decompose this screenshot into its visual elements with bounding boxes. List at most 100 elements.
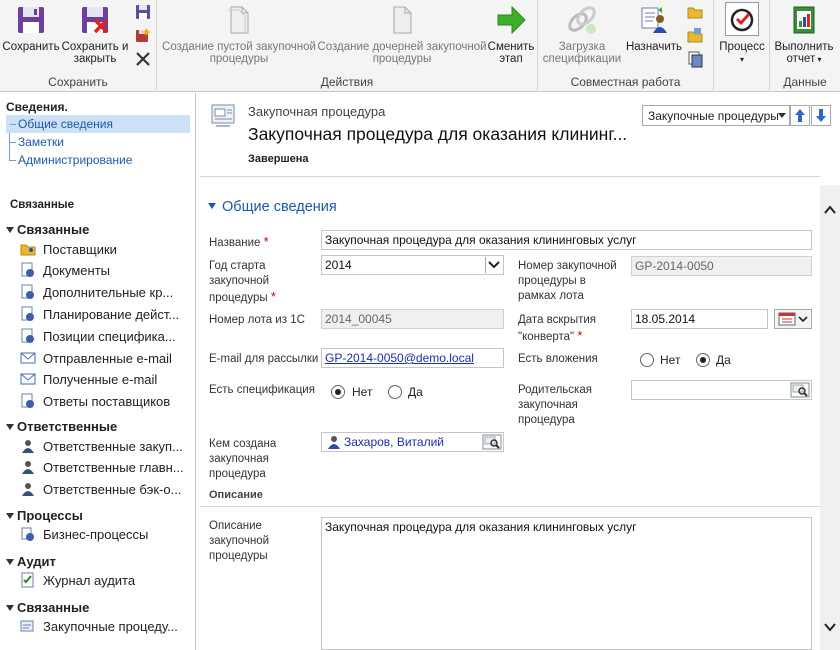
create-child-label-1: Создание дочерней закупочной: [317, 41, 487, 53]
attachments-no-radio[interactable]: [640, 353, 654, 367]
info-header: Сведения.: [6, 100, 68, 114]
user-icon: [22, 461, 34, 474]
lookup-icon[interactable]: [790, 381, 810, 399]
parent-label-3: процедура: [518, 414, 575, 426]
save-close-label-1: Сохранить и: [61, 41, 129, 53]
blank-document-icon: [228, 6, 249, 34]
nav-group-processes[interactable]: Процессы: [6, 508, 83, 523]
save-close-icon: [82, 7, 109, 34]
document-gear-icon: [21, 306, 34, 321]
nav-group-audit-title: Аудит: [17, 554, 56, 569]
nav-item-spec-positions[interactable]: Позиции специфика...: [20, 327, 176, 347]
collapse-triangle-icon: [6, 605, 14, 611]
created-by-lookup[interactable]: Захаров, Виталий: [321, 432, 504, 452]
email-field[interactable]: GP-2014-0050@demo.local: [321, 348, 504, 368]
nav-item-responsible-procurement[interactable]: Ответственные закуп...: [20, 437, 183, 457]
name-field[interactable]: Закупочная процедура для оказания клинин…: [321, 230, 812, 250]
arrow-up-icon: [795, 109, 805, 122]
collapse-triangle-icon: [6, 559, 14, 565]
form-scrollbar[interactable]: [820, 185, 840, 650]
nav-group-responsible[interactable]: Ответственные: [6, 419, 117, 434]
delete-icon[interactable]: [134, 50, 152, 68]
process-button[interactable]: Процесс ▾: [716, 2, 768, 66]
create-empty-procedure-button[interactable]: Создание пустой закупочной процедуры: [161, 4, 317, 65]
year-label: Год старта закупочной процедуры *: [209, 259, 276, 306]
scroll-up-icon[interactable]: [824, 205, 836, 215]
copy-link-icon[interactable]: [686, 50, 704, 68]
lot-1c-field: 2014_00045: [321, 309, 504, 329]
specification-yes-radio[interactable]: [388, 385, 402, 399]
ribbon-group-data: Выполнить отчет ▾ Данные: [770, 0, 840, 92]
nav-group-related-2[interactable]: Связанные: [6, 600, 89, 615]
create-child-procedure-button[interactable]: Создание дочерней закупочной процедуры: [317, 4, 487, 65]
save-and-close-button[interactable]: Сохранить и закрыть: [60, 4, 130, 65]
nav-group-related[interactable]: Связанные: [6, 222, 89, 237]
year-select[interactable]: 2014: [321, 255, 504, 275]
nav-general-info[interactable]: Общие сведения: [6, 115, 190, 133]
share-folder-icon[interactable]: [686, 26, 704, 44]
section-general-info[interactable]: Общие сведения: [208, 199, 337, 215]
email-icon: [20, 373, 36, 385]
link-upload-icon: [568, 6, 596, 34]
folder-icon[interactable]: [686, 3, 704, 21]
nav-item-label: Позиции специфика...: [43, 329, 176, 344]
calendar-icon: [778, 312, 808, 326]
upload-spec-label-2: спецификации: [542, 53, 622, 65]
email-icon: [20, 352, 36, 364]
assign-label: Назначить: [625, 41, 682, 53]
upload-spec-label-1: Загрузка: [558, 41, 606, 53]
attachments-yes-radio[interactable]: [696, 353, 710, 367]
gear-icon: [21, 527, 34, 541]
change-stage-button[interactable]: Сменить этап: [485, 4, 537, 65]
nav-item-audit-log[interactable]: Журнал аудита: [20, 571, 135, 591]
assign-button[interactable]: Назначить: [624, 4, 684, 53]
nav-item-sent-email[interactable]: Отправленные e-mail: [20, 349, 172, 369]
save-small-icon[interactable]: [134, 3, 152, 21]
checklist-icon: [21, 572, 34, 588]
nav-item-label: Ответственные бэк-о...: [43, 482, 182, 497]
view-selector[interactable]: Закупочные процедуры: [642, 105, 790, 126]
nav-item-procurement-procedures[interactable]: Закупочные процеду...: [20, 617, 178, 637]
create-child-label-2: процедуры: [372, 53, 432, 65]
save-new-icon[interactable]: [134, 26, 152, 44]
arrow-down-icon: [816, 109, 826, 122]
open-date-label-1: Дата вскрытия: [518, 314, 597, 326]
process-dropdown-icon: ▾: [739, 55, 744, 64]
child-document-icon: [393, 6, 412, 34]
lookup-icon[interactable]: [482, 433, 502, 451]
nav-item-received-email[interactable]: Полученные e-mail: [20, 370, 157, 390]
run-report-dropdown-icon: ▾: [815, 55, 822, 64]
scroll-down-icon[interactable]: [824, 622, 836, 632]
nav-group-related-2-title: Связанные: [17, 600, 90, 615]
upload-specification-button[interactable]: Загрузка спецификации: [540, 4, 624, 65]
open-date-label-2: "конверта": [518, 331, 575, 343]
nav-item-business-processes[interactable]: Бизнес-процессы: [20, 525, 148, 545]
email-link[interactable]: GP-2014-0050@demo.local: [325, 351, 474, 365]
nav-item-supplier-responses[interactable]: Ответы поставщиков: [20, 392, 170, 412]
specification-no-radio[interactable]: [331, 385, 345, 399]
nav-item-action-planning[interactable]: Планирование дейст...: [20, 305, 179, 325]
parent-procedure-lookup[interactable]: [631, 380, 812, 400]
year-select-value: 2014: [325, 258, 352, 272]
nav-notes[interactable]: Заметки: [6, 133, 190, 151]
nav-group-audit[interactable]: Аудит: [6, 554, 56, 569]
nav-item-suppliers[interactable]: Поставщики: [20, 240, 117, 260]
open-date-field[interactable]: 18.05.2014: [631, 309, 768, 329]
entity-type-label: Закупочная процедура: [248, 104, 386, 119]
description-textarea[interactable]: Закупочная процедура для оказания клинин…: [321, 517, 812, 650]
next-record-button[interactable]: [811, 105, 831, 126]
created-by-value[interactable]: Захаров, Виталий: [344, 435, 444, 449]
nav-item-responsible-backoffice[interactable]: Ответственные бэк-о...: [20, 480, 181, 500]
previous-record-button[interactable]: [790, 105, 810, 126]
header-divider: [200, 176, 820, 177]
nav-item-documents[interactable]: Документы: [20, 261, 110, 281]
run-report-button[interactable]: Выполнить отчет ▾: [772, 4, 836, 66]
save-button[interactable]: Сохранить: [2, 4, 60, 53]
calendar-button[interactable]: [774, 309, 812, 329]
user-icon: [22, 483, 34, 496]
nav-administration[interactable]: Администрирование: [6, 151, 190, 169]
floppy-disk-icon: [18, 7, 44, 33]
nav-item-additional-criteria[interactable]: Дополнительные кр...: [20, 283, 173, 303]
email-label: E-mail для рассылки: [209, 353, 319, 365]
nav-item-responsible-main[interactable]: Ответственные главн...: [20, 458, 184, 478]
